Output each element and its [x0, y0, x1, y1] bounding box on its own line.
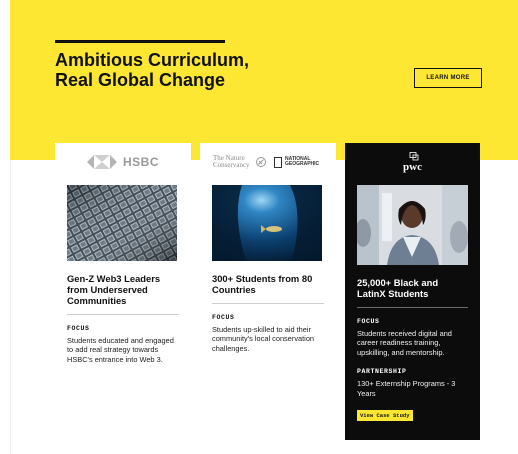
hero-title: Ambitious Curriculum, Real Global Change	[55, 50, 250, 90]
card-divider	[357, 307, 468, 308]
hero-accent-rule	[55, 40, 225, 43]
hsbc-architecture-image	[67, 185, 177, 261]
partner-logos: The Nature Conservancy NATIONAL GEOGRAPH…	[213, 155, 323, 169]
pwc-logo-text: pwc	[403, 160, 422, 173]
card-title: 300+ Students from 80 Countries	[212, 273, 313, 295]
view-case-study-button[interactable]: View Case Study	[357, 410, 413, 422]
case-card-pwc: pwc 25,000+ Black and LatinX Students FO…	[345, 143, 480, 440]
natgeo-logo-text: NATIONAL GEOGRAPHIC	[285, 155, 320, 167]
student-portrait-image	[357, 185, 468, 265]
hsbc-logo: HSBC	[86, 155, 159, 169]
focus-label: FOCUS	[67, 325, 90, 332]
card-logo-row: pwc	[357, 143, 468, 181]
card-title: Gen-Z Web3 Leaders from Underserved Comm…	[67, 273, 161, 306]
partnership-text: 130+ Externship Programs - 3 Years	[357, 379, 456, 398]
partnership-label: PARTNERSHIP	[357, 368, 407, 376]
nature-conservancy-logo-text: The Nature Conservancy	[213, 154, 250, 169]
case-card-hsbc: HSBC Gen-Z Web3 Leaders from Underserved…	[55, 143, 191, 440]
hsbc-logo-text: HSBC	[122, 155, 159, 169]
learn-more-button[interactable]: LEARN MORE	[414, 68, 482, 88]
focus-label: FOCUS	[357, 318, 380, 325]
pwc-logo: pwc	[403, 151, 422, 173]
case-card-tnc-natgeo: The Nature Conservancy NATIONAL GEOGRAPH…	[200, 143, 336, 440]
card-title: 25,000+ Black and LatinX Students	[357, 277, 439, 299]
hsbc-hexagon-icon	[86, 155, 117, 169]
card-logo-row: HSBC	[67, 143, 179, 181]
hero-banner: Ambitious Curriculum, Real Global Change…	[10, 0, 518, 160]
national-geographic-logo: NATIONAL GEOGRAPHIC	[274, 155, 323, 168]
pwc-mark-icon	[410, 151, 419, 160]
card-divider	[212, 303, 324, 304]
focus-text: Students received digital and career rea…	[357, 329, 452, 357]
focus-label: FOCUS	[212, 314, 235, 321]
nature-conservancy-leaf-icon	[256, 157, 266, 167]
underwater-fish-image	[212, 185, 322, 261]
focus-text: Students up-skilled to aid their communi…	[212, 325, 315, 353]
focus-text: Students educated and engaged to add rea…	[67, 336, 174, 364]
card-logo-row: The Nature Conservancy NATIONAL GEOGRAPH…	[212, 143, 324, 181]
card-divider	[67, 314, 179, 315]
natgeo-frame-icon	[274, 156, 282, 168]
